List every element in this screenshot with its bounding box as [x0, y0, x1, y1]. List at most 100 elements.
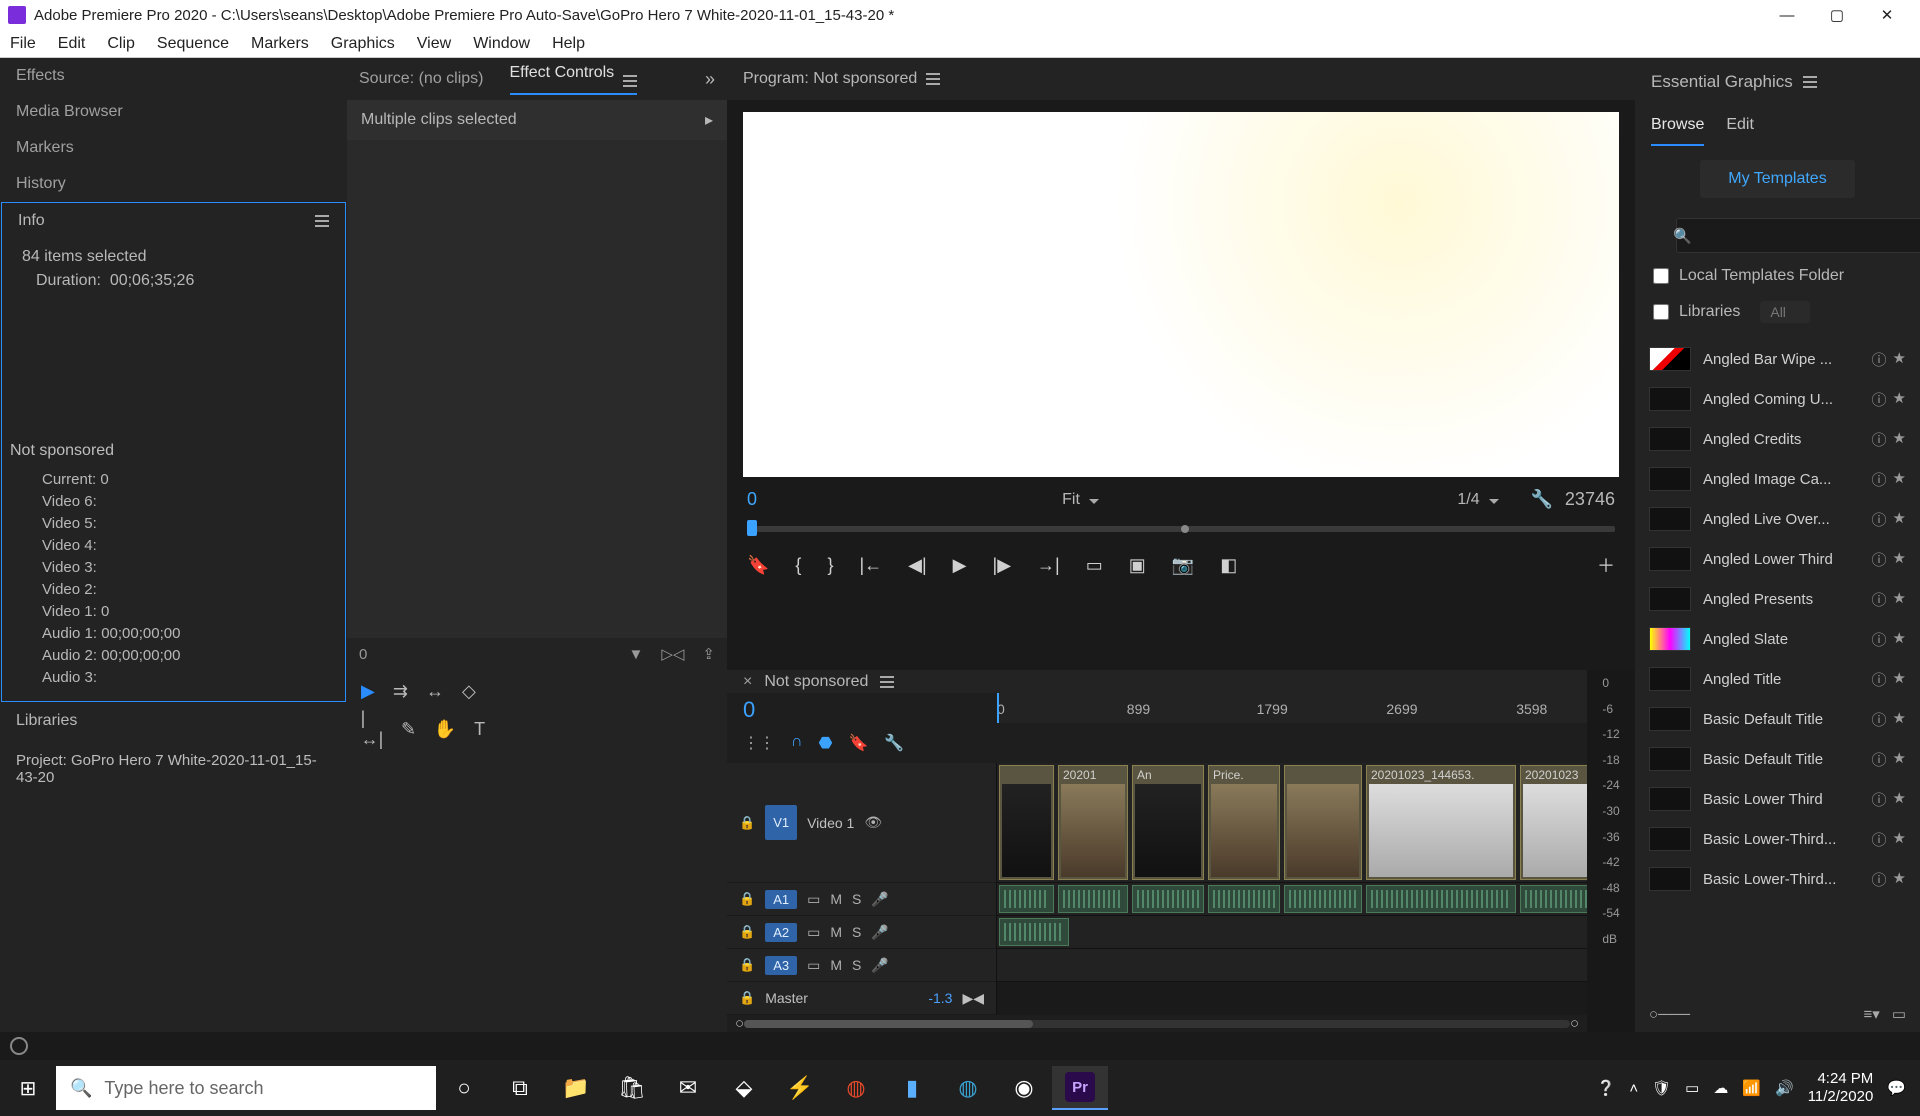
type-tool[interactable]: T [474, 718, 485, 740]
playhead[interactable] [997, 693, 999, 723]
panel-menu-icon[interactable] [315, 215, 329, 227]
a2-header[interactable]: 🔒 A2 ▭MS🎤 [727, 916, 996, 949]
menu-edit[interactable]: Edit [58, 35, 86, 53]
snap-icon[interactable]: ⋮⋮ [743, 733, 775, 753]
premiere-taskbar-icon[interactable]: Pr [1052, 1066, 1108, 1110]
program-viewer[interactable] [743, 112, 1619, 477]
libraries-checkbox[interactable] [1653, 304, 1669, 320]
minimize-button[interactable]: — [1762, 7, 1812, 24]
a1-track[interactable] [997, 883, 1587, 916]
solo-icon[interactable]: S [852, 891, 861, 907]
library-filter-select[interactable]: All [1760, 301, 1810, 323]
mark-out-icon[interactable]: } [827, 555, 833, 576]
slip-tool[interactable]: |↔| [361, 718, 383, 740]
timeline-ruler[interactable]: 0 899 1799 2699 3598 [997, 693, 1587, 723]
button-editor-icon[interactable]: ＋ [1597, 552, 1615, 578]
scrub-bar[interactable] [747, 526, 1615, 532]
clip[interactable]: 20201023_144653. [1366, 765, 1516, 880]
comparison-icon[interactable]: ◧ [1220, 555, 1237, 576]
play-icon[interactable]: ▶ [953, 555, 967, 576]
template-item[interactable]: Angled Slateⓘ★ [1635, 619, 1920, 659]
mark-in-icon[interactable]: { [795, 555, 801, 576]
menu-clip[interactable]: Clip [107, 35, 135, 53]
tab-libraries[interactable]: Libraries [0, 702, 347, 740]
menu-graphics[interactable]: Graphics [331, 35, 395, 53]
creative-cloud-icon[interactable] [10, 1037, 28, 1055]
expand-icon[interactable]: ▶◀ [962, 990, 984, 1007]
local-templates-checkbox[interactable] [1653, 268, 1669, 284]
sort-icon[interactable]: ≡▾ [1864, 1005, 1880, 1023]
clip[interactable] [999, 765, 1054, 880]
program-menu-icon[interactable] [926, 73, 940, 85]
timeline-content[interactable]: 20201 An Price. 20201023_144653. 2020102… [997, 763, 1587, 1015]
mail-icon[interactable]: ✉ [660, 1066, 716, 1110]
my-templates-button[interactable]: My Templates [1700, 160, 1854, 198]
template-item[interactable]: Angled Lower Thirdⓘ★ [1635, 539, 1920, 579]
timeline-timecode[interactable]: 0 [727, 693, 997, 723]
voice-icon[interactable]: 🎤 [871, 891, 888, 908]
v1-header[interactable]: 🔒 V1 Video 1 👁 [727, 763, 996, 883]
volume-tray-icon[interactable]: 🔊 [1775, 1079, 1794, 1097]
template-item[interactable]: Basic Default Titleⓘ★ [1635, 699, 1920, 739]
marker-icon[interactable]: 🔖 [747, 555, 769, 576]
timeline-menu-icon[interactable] [880, 676, 894, 688]
template-item[interactable]: Basic Default Titleⓘ★ [1635, 739, 1920, 779]
rate-stretch-tool[interactable]: ◇ [462, 680, 476, 702]
template-item[interactable]: Basic Lower-Third...ⓘ★ [1635, 819, 1920, 859]
template-item[interactable]: Angled Creditsⓘ★ [1635, 419, 1920, 459]
close-button[interactable]: ✕ [1862, 6, 1912, 24]
tab-markers[interactable]: Markers [0, 130, 347, 166]
step-back-icon[interactable]: ◀| [908, 555, 927, 576]
clip[interactable]: 20201 [1058, 765, 1128, 880]
store-icon[interactable]: 🛍 [604, 1066, 660, 1110]
template-item[interactable]: Basic Lower-Third...ⓘ★ [1635, 859, 1920, 899]
task-view-icon[interactable]: ⧉ [492, 1066, 548, 1110]
tab-edit[interactable]: Edit [1726, 106, 1754, 146]
export-frame-icon[interactable]: 📷 [1172, 555, 1194, 576]
zoom-out-icon[interactable]: ○─── [1649, 1006, 1690, 1023]
template-search-input[interactable] [1676, 218, 1920, 253]
menu-view[interactable]: View [417, 35, 451, 53]
master-header[interactable]: 🔒 Master -1.3 ▶◀ [727, 982, 996, 1015]
ripple-edit-tool[interactable]: ↔ [426, 680, 444, 702]
clip[interactable]: Price. [1208, 765, 1280, 880]
taskbar-clock[interactable]: 4:24 PM 11/2/2020 [1808, 1070, 1874, 1106]
disclosure-icon[interactable]: ▸ [705, 110, 713, 130]
template-item[interactable]: Angled Bar Wipe ...ⓘ★ [1635, 339, 1920, 379]
filter-icon[interactable]: ▼ [628, 646, 643, 663]
wifi-tray-icon[interactable]: 📶 [1742, 1079, 1761, 1097]
clip[interactable] [1284, 765, 1362, 880]
toggle-output-icon[interactable]: 👁 [864, 814, 882, 831]
v1-track[interactable]: 20201 An Price. 20201023_144653. 2020102… [997, 763, 1587, 883]
edge-icon[interactable]: ◍ [940, 1066, 996, 1110]
start-button[interactable]: ⊞ [0, 1076, 56, 1101]
cortana-icon[interactable]: ○ [436, 1066, 492, 1110]
tab-info[interactable]: Info [18, 212, 45, 230]
template-item[interactable]: Angled Image Ca...ⓘ★ [1635, 459, 1920, 499]
tab-media-browser[interactable]: Media Browser [0, 94, 347, 130]
close-timeline-icon[interactable]: × [743, 673, 752, 691]
maximize-button[interactable]: ▢ [1812, 6, 1862, 24]
timeline-sequence-name[interactable]: Not sponsored [764, 673, 868, 691]
pen-tool[interactable]: ✎ [401, 718, 416, 740]
lift-icon[interactable]: ▭ [1086, 555, 1103, 576]
lock-icon[interactable]: 🔒 [739, 990, 755, 1006]
export-icon[interactable]: ⇪ [702, 645, 715, 663]
battery-tray-icon[interactable]: ▭ [1685, 1079, 1699, 1097]
go-to-out-icon[interactable]: →| [1037, 555, 1060, 576]
overflow-chevron-icon[interactable]: » [705, 69, 715, 90]
menu-markers[interactable]: Markers [251, 35, 309, 53]
a1-header[interactable]: 🔒 A1 ▭MS🎤 [727, 883, 996, 916]
lock-icon[interactable]: 🔒 [739, 924, 755, 940]
lock-icon[interactable]: 🔒 [739, 957, 755, 973]
menu-help[interactable]: Help [552, 35, 585, 53]
linked-sel-icon[interactable]: ∩ [791, 733, 803, 753]
tab-history[interactable]: History [0, 166, 347, 202]
lock-icon[interactable]: 🔒 [739, 815, 755, 831]
notifications-icon[interactable]: 💬 [1887, 1079, 1906, 1097]
extract-icon[interactable]: ▣ [1129, 555, 1146, 576]
go-to-in-icon[interactable]: |← [859, 555, 882, 576]
clip[interactable]: 20201023 [1520, 765, 1587, 880]
a2-track[interactable] [997, 916, 1587, 949]
marker-add-icon[interactable]: ⬣ [819, 733, 833, 753]
